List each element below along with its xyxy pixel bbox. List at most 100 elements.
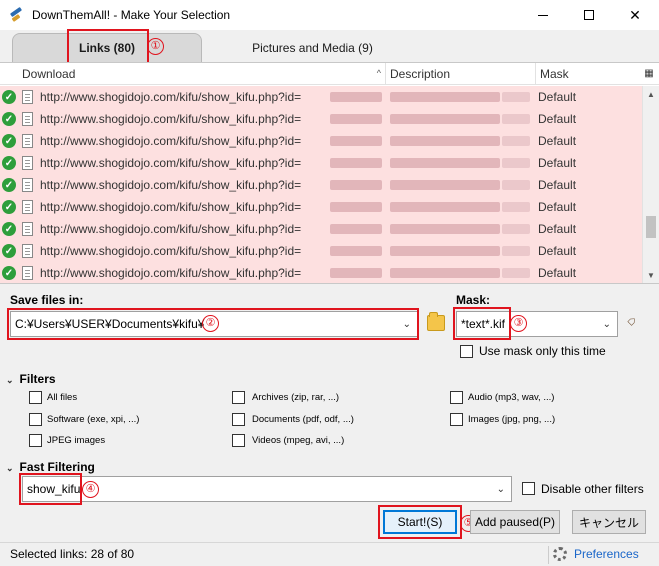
checkmark-icon[interactable]: ✓ <box>2 112 16 126</box>
redacted-description <box>390 268 500 278</box>
selected-count: Selected links: 28 of 80 <box>10 547 135 561</box>
row-url: http://www.shogidojo.com/kifu/show_kifu.… <box>40 178 302 192</box>
redacted-id <box>330 268 382 278</box>
column-picker-icon[interactable]: ▦ <box>642 66 656 80</box>
collapse-icon: ⌄ <box>6 375 14 385</box>
filter-all-files-label: All files <box>47 392 78 403</box>
row-url: http://www.shogidojo.com/kifu/show_kifu.… <box>40 134 302 148</box>
checkmark-icon[interactable]: ✓ <box>2 266 16 280</box>
mask-once-checkbox[interactable] <box>460 345 473 358</box>
table-row[interactable]: ✓ http://www.shogidojo.com/kifu/show_kifu… <box>0 262 642 283</box>
tag-icon[interactable]: ⌂ <box>625 312 646 333</box>
downthemall-icon <box>8 6 24 23</box>
links-table: Download ^ Description Mask ▦ ✓ http://ww… <box>0 62 659 284</box>
checkmark-icon[interactable]: ✓ <box>2 90 16 104</box>
gear-icon[interactable] <box>553 547 567 561</box>
filter-software-checkbox[interactable] <box>29 413 42 426</box>
table-row[interactable]: ✓ http://www.shogidojo.com/kifu/show_kifu… <box>0 174 642 196</box>
document-icon <box>22 90 33 104</box>
chevron-down-icon: ⌄ <box>402 319 411 330</box>
mask-once-label: Use mask only this time <box>479 344 606 358</box>
column-mask[interactable]: Mask <box>536 63 642 85</box>
annotation-marker-2: ② <box>202 315 219 332</box>
preferences-link[interactable]: Preferences <box>574 547 639 561</box>
table-row[interactable]: ✓ http://www.shogidojo.com/kifu/show_kifu… <box>0 108 642 130</box>
table-row[interactable]: ✓ http://www.shogidojo.com/kifu/show_kifu… <box>0 152 642 174</box>
filter-archives-label: Archives (zip, rar, ...) <box>252 392 340 403</box>
redacted-id <box>330 180 382 190</box>
filters-header[interactable]: ⌄ Filters <box>6 372 56 386</box>
redacted-description <box>390 92 500 102</box>
annotation-marker-4: ④ <box>82 481 99 498</box>
document-icon <box>22 156 33 170</box>
mask-combo[interactable]: *text*.kif ⌄ <box>456 311 618 337</box>
table-row[interactable]: ✓ http://www.shogidojo.com/kifu/show_kifu… <box>0 130 642 152</box>
redacted-description-tail <box>502 180 530 190</box>
redacted-id <box>330 136 382 146</box>
fast-filtering-header[interactable]: ⌄ Fast Filtering <box>6 460 95 474</box>
collapse-icon: ⌄ <box>6 463 14 473</box>
filter-documents-checkbox[interactable] <box>232 413 245 426</box>
tab-pictures-media[interactable]: Pictures and Media (9) <box>210 33 415 62</box>
table-row[interactable]: ✓ http://www.shogidojo.com/kifu/show_kifu… <box>0 218 642 240</box>
redacted-description <box>390 246 500 256</box>
redacted-id <box>330 246 382 256</box>
start-button[interactable]: Start!(S) <box>383 510 457 534</box>
fast-filter-value: show_kifu <box>27 482 81 496</box>
filter-videos-checkbox[interactable] <box>232 434 245 447</box>
table-row[interactable]: ✓ http://www.shogidojo.com/kifu/show_kifu… <box>0 240 642 262</box>
table-row[interactable]: ✓ http://www.shogidojo.com/kifu/show_kifu… <box>0 196 642 218</box>
tab-links[interactable]: Links (80) <box>12 33 202 62</box>
redacted-id <box>330 158 382 168</box>
row-mask: Default <box>538 244 577 258</box>
table-row[interactable]: ✓ http://www.shogidojo.com/kifu/show_kifu… <box>0 86 642 108</box>
row-mask: Default <box>538 134 577 148</box>
filter-all-files-checkbox[interactable] <box>29 391 42 404</box>
row-url: http://www.shogidojo.com/kifu/show_kifu.… <box>40 244 302 258</box>
folder-icon[interactable] <box>427 312 445 331</box>
checkmark-icon[interactable]: ✓ <box>2 178 16 192</box>
column-description[interactable]: Description <box>386 63 536 85</box>
maximize-button[interactable] <box>566 0 612 30</box>
add-paused-button[interactable]: Add paused(P) <box>470 510 560 534</box>
row-url: http://www.shogidojo.com/kifu/show_kifu.… <box>40 266 302 280</box>
column-download[interactable]: Download ^ <box>18 63 386 85</box>
row-mask: Default <box>538 222 577 236</box>
document-icon <box>22 266 33 280</box>
filter-documents-label: Documents (pdf, odf, ...) <box>252 414 354 425</box>
filter-audio-checkbox[interactable] <box>450 391 463 404</box>
scroll-up-icon[interactable]: ▲ <box>643 86 659 102</box>
cancel-button[interactable]: キャンセル <box>572 510 646 534</box>
checkmark-icon[interactable]: ✓ <box>2 244 16 258</box>
redacted-id <box>330 114 382 124</box>
filter-software-label: Software (exe, xpi, ...) <box>47 414 140 425</box>
table-scrollbar[interactable]: ▲ ▼ <box>642 86 659 283</box>
redacted-description-tail <box>502 92 530 102</box>
row-url: http://www.shogidojo.com/kifu/show_kifu.… <box>40 90 302 104</box>
filter-images-checkbox[interactable] <box>450 413 463 426</box>
minimize-button[interactable] <box>520 0 566 30</box>
redacted-description-tail <box>502 268 530 278</box>
redacted-description-tail <box>502 158 530 168</box>
disable-other-filters-checkbox[interactable] <box>522 482 535 495</box>
scroll-thumb[interactable] <box>646 216 656 238</box>
minimize-icon <box>538 14 548 16</box>
sort-ascending-icon: ^ <box>376 68 381 78</box>
document-icon <box>22 222 33 236</box>
redacted-id <box>330 202 382 212</box>
filter-jpeg-checkbox[interactable] <box>29 434 42 447</box>
redacted-description <box>390 202 500 212</box>
checkmark-icon[interactable]: ✓ <box>2 156 16 170</box>
checkmark-icon[interactable]: ✓ <box>2 222 16 236</box>
save-files-label: Save files in: <box>10 293 84 307</box>
row-url: http://www.shogidojo.com/kifu/show_kifu.… <box>40 222 302 236</box>
row-mask: Default <box>538 266 577 280</box>
document-icon <box>22 200 33 214</box>
document-icon <box>22 178 33 192</box>
close-button[interactable]: ✕ <box>612 0 658 30</box>
checkmark-icon[interactable]: ✓ <box>2 200 16 214</box>
filter-archives-checkbox[interactable] <box>232 391 245 404</box>
scroll-down-icon[interactable]: ▼ <box>643 267 659 283</box>
redacted-description <box>390 158 500 168</box>
checkmark-icon[interactable]: ✓ <box>2 134 16 148</box>
